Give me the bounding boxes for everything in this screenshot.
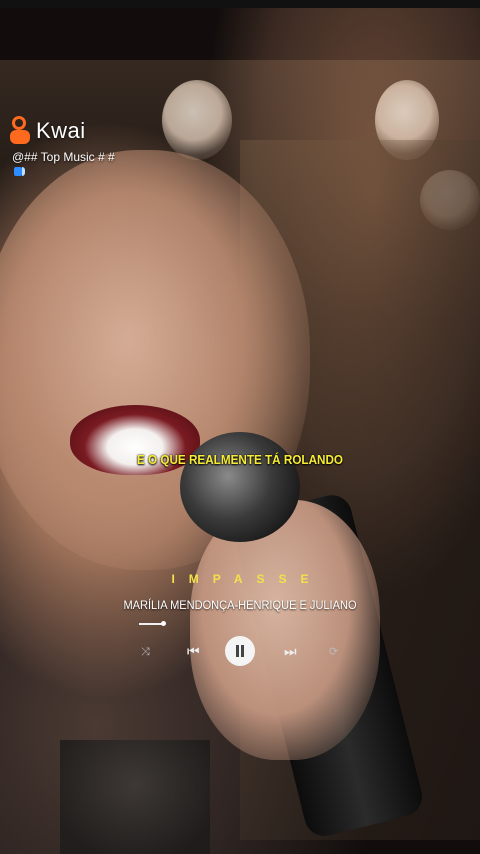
player-controls: ⤨ ⏮ ⏭ ⟳	[139, 636, 349, 666]
kwai-icon	[10, 116, 32, 146]
singer-hand	[190, 500, 380, 760]
creator-handle[interactable]: @## Top Music # #	[12, 150, 115, 164]
progress-handle[interactable]	[161, 621, 166, 626]
repeat-icon[interactable]: ⟳	[329, 645, 338, 659]
light-bulb	[162, 80, 232, 160]
song-title: IMPASSE	[171, 572, 323, 586]
lyric-caption: E O QUE REALMENTE TÁ ROLANDO	[136, 452, 344, 467]
next-icon[interactable]: ⏭	[284, 644, 297, 658]
background-figure	[60, 740, 210, 854]
pause-icon	[236, 645, 239, 657]
video-frame[interactable]: Kwai @## Top Music # # E O QUE REALMENTE…	[0, 0, 480, 854]
app-name: Kwai	[36, 118, 86, 143]
shuffle-icon[interactable]: ⤨	[141, 645, 150, 659]
kwai-logo: Kwai	[10, 116, 86, 146]
previous-icon[interactable]: ⏮	[187, 644, 200, 658]
microphone-head	[180, 432, 300, 542]
top-bar	[0, 0, 480, 8]
pause-button[interactable]	[225, 636, 255, 666]
artist-name: MARÍLIA MENDONÇA-HENRIQUE E JULIANO	[123, 598, 357, 612]
sound-icon[interactable]	[14, 167, 25, 176]
